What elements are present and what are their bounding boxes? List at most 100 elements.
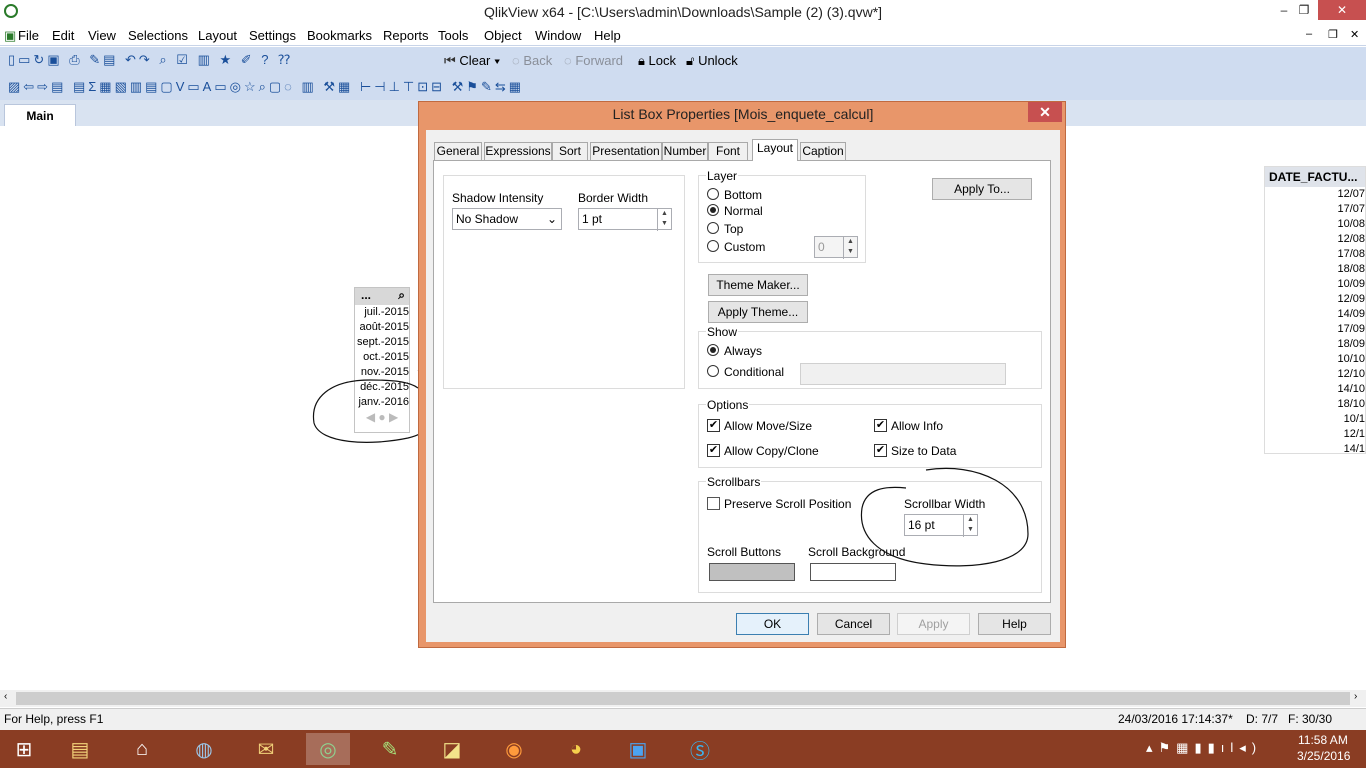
forward-button[interactable]: ◌ Forward [564,53,623,68]
theme-maker-button[interactable]: Theme Maker... [708,274,808,296]
custom-layer-stepper[interactable]: 0 ▲ ▼ [814,236,858,259]
scrollbar-thumb[interactable] [16,692,1350,705]
border-width-stepper[interactable]: 1 pt ▲ ▼ [578,208,672,231]
conditional-expression-field[interactable] [800,363,1006,385]
unlock-button[interactable]: 🔓︎ Unlock [686,53,738,69]
menu-tools[interactable]: Tools [438,28,468,43]
scrollbar-width-stepper[interactable]: 16 pt ▲ ▼ [904,514,978,537]
table-cell: 12/09 [1337,293,1365,305]
list-item[interactable]: août-2015 [355,320,409,335]
menu-object[interactable]: Object [484,28,522,43]
list-item[interactable]: nov.-2015 [355,365,409,380]
preserve-scroll-checkbox[interactable] [707,497,720,510]
menu-file[interactable]: File [18,28,39,43]
radio-custom[interactable] [707,240,719,252]
scroll-left-icon[interactable]: ‹ [4,691,7,702]
sheet-tab-main[interactable]: Main [4,104,76,126]
back-button[interactable]: ◌ Back [512,53,552,68]
outlook-icon[interactable]: ✉ [244,733,288,765]
list-item[interactable]: déc.-2015 [355,380,409,395]
table-cell: 17/09 [1337,323,1365,335]
tab-sort[interactable]: Sort [552,142,588,160]
chrome-icon[interactable]: ◕ [554,733,598,765]
design-toolbar-icons[interactable]: ▨⇦⇨▤ ▤Σ▦▧▥▤▢V▭A▭◎☆⌕▢◌ ▥ ⚒▦ ⊢⊣⊥⊤⊡⊟ ⚒⚑✎⇆▦ [8,79,524,95]
menu-window[interactable]: Window [535,28,581,43]
radio-bottom[interactable] [707,188,719,200]
radio-normal[interactable] [707,204,719,216]
help-button[interactable]: Help [978,613,1051,635]
list-item[interactable]: sept.-2015 [355,335,409,350]
table-cell: 14/1 [1343,443,1365,455]
apply-button[interactable]: Apply [897,613,970,635]
clock-time[interactable]: 11:58 AM [1298,733,1348,747]
file-explorer-icon[interactable]: ▤ [58,733,102,765]
maxthon-icon[interactable]: ▣ [616,733,660,765]
stepper-arrows-icon[interactable]: ▲ ▼ [843,237,857,259]
document-icon: ▣ [4,28,17,43]
clock-date[interactable]: 3/25/2016 [1297,749,1350,763]
tab-presentation[interactable]: Presentation [590,142,662,160]
menu-layout[interactable]: Layout [198,28,237,43]
system-tray-icons[interactable]: ▴⚑▦▮▮ıl◂) [1146,740,1262,756]
menu-selections[interactable]: Selections [128,28,188,43]
windows-start-icon[interactable]: ⊞ [2,733,46,765]
tab-number[interactable]: Number [662,142,708,160]
scroll-buttons-color-swatch[interactable] [709,563,795,581]
allow-move-checkbox[interactable]: ✔ [707,419,720,432]
child-close-icon[interactable]: ✕ [1350,28,1359,41]
list-item[interactable]: janv.-2016 [355,395,409,410]
postgres-icon[interactable]: ◍ [182,733,226,765]
sticky-notes-icon[interactable]: ◪ [430,733,474,765]
cancel-button[interactable]: Cancel [817,613,890,635]
clear-button[interactable]: ⏮ Clear ▾ [444,53,500,69]
qlikview-taskbar-icon[interactable]: ◎ [306,733,350,765]
table-cell: 10/10 [1337,353,1365,365]
dialog-close-button[interactable]: ✕ [1028,102,1062,122]
size-to-data-checkbox[interactable]: ✔ [874,444,887,457]
skype-icon[interactable]: Ⓢ [678,733,722,765]
tab-layout[interactable]: Layout [752,139,798,161]
close-button[interactable]: ✕ [1318,0,1366,20]
notepad-icon[interactable]: ✎ [368,733,412,765]
radio-conditional[interactable] [707,365,719,377]
menu-reports[interactable]: Reports [383,28,429,43]
ok-button[interactable]: OK [736,613,809,635]
home-icon[interactable]: ⌂ [120,733,164,765]
stepper-arrows-icon[interactable]: ▲ ▼ [657,209,671,231]
listbox-scroll-buttons[interactable]: ◀ ● ▶ [355,410,409,425]
list-item[interactable]: oct.-2015 [355,350,409,365]
apply-to-button[interactable]: Apply To... [932,178,1032,200]
shadow-intensity-select[interactable]: No Shadow ⌄ [452,208,562,230]
firefox-icon[interactable]: ◉ [492,733,536,765]
stepper-arrows-icon[interactable]: ▲ ▼ [963,515,977,537]
radio-always[interactable] [707,344,719,356]
lock-button[interactable]: 🔒︎ Lock [638,53,676,69]
allow-info-checkbox[interactable]: ✔ [874,419,887,432]
radio-normal-label: Normal [724,204,763,218]
sheet-horizontal-scrollbar[interactable]: ‹ › [0,690,1366,707]
date-factu-table[interactable]: DATE_FACTU... 12/07 17/07 10/08 12/08 17… [1264,166,1366,455]
scroll-right-icon[interactable]: › [1354,691,1357,702]
list-item[interactable]: juil.-2015 [355,305,409,320]
menu-help[interactable]: Help [594,28,621,43]
child-minimize-icon[interactable]: ‒ [1306,28,1312,40]
tab-caption[interactable]: Caption [800,142,846,160]
tab-general[interactable]: General [434,142,482,160]
menu-settings[interactable]: Settings [249,28,296,43]
apply-theme-button[interactable]: Apply Theme... [708,301,808,323]
menu-edit[interactable]: Edit [52,28,74,43]
mois-listbox[interactable]: ... ⌕ juil.-2015 août-2015 sept.-2015 oct… [354,287,410,433]
search-icon[interactable]: ⌕ [398,288,409,303]
scroll-background-color-swatch[interactable] [810,563,896,581]
radio-always-label: Always [724,344,763,358]
child-restore-icon[interactable]: ❐ [1328,28,1338,41]
menu-bookmarks[interactable]: Bookmarks [307,28,372,43]
standard-toolbar: ▯▭↻▣ ⎙ ✎▤ ↶↷ ⌕ ☑ ▥ ★ ✐ ? ⁇ ⏮ Clear ▾ ◌ B… [0,47,1366,74]
tab-expressions[interactable]: Expressions [484,142,552,160]
radio-top[interactable] [707,222,719,234]
standard-toolbar-icons[interactable]: ▯▭↻▣ ⎙ ✎▤ ↶↷ ⌕ ☑ ▥ ★ ✐ ? ⁇ [8,52,293,68]
menu-view[interactable]: View [88,28,116,43]
tab-font[interactable]: Font [708,142,748,160]
table-header[interactable]: DATE_FACTU... [1265,167,1365,187]
allow-copy-checkbox[interactable]: ✔ [707,444,720,457]
